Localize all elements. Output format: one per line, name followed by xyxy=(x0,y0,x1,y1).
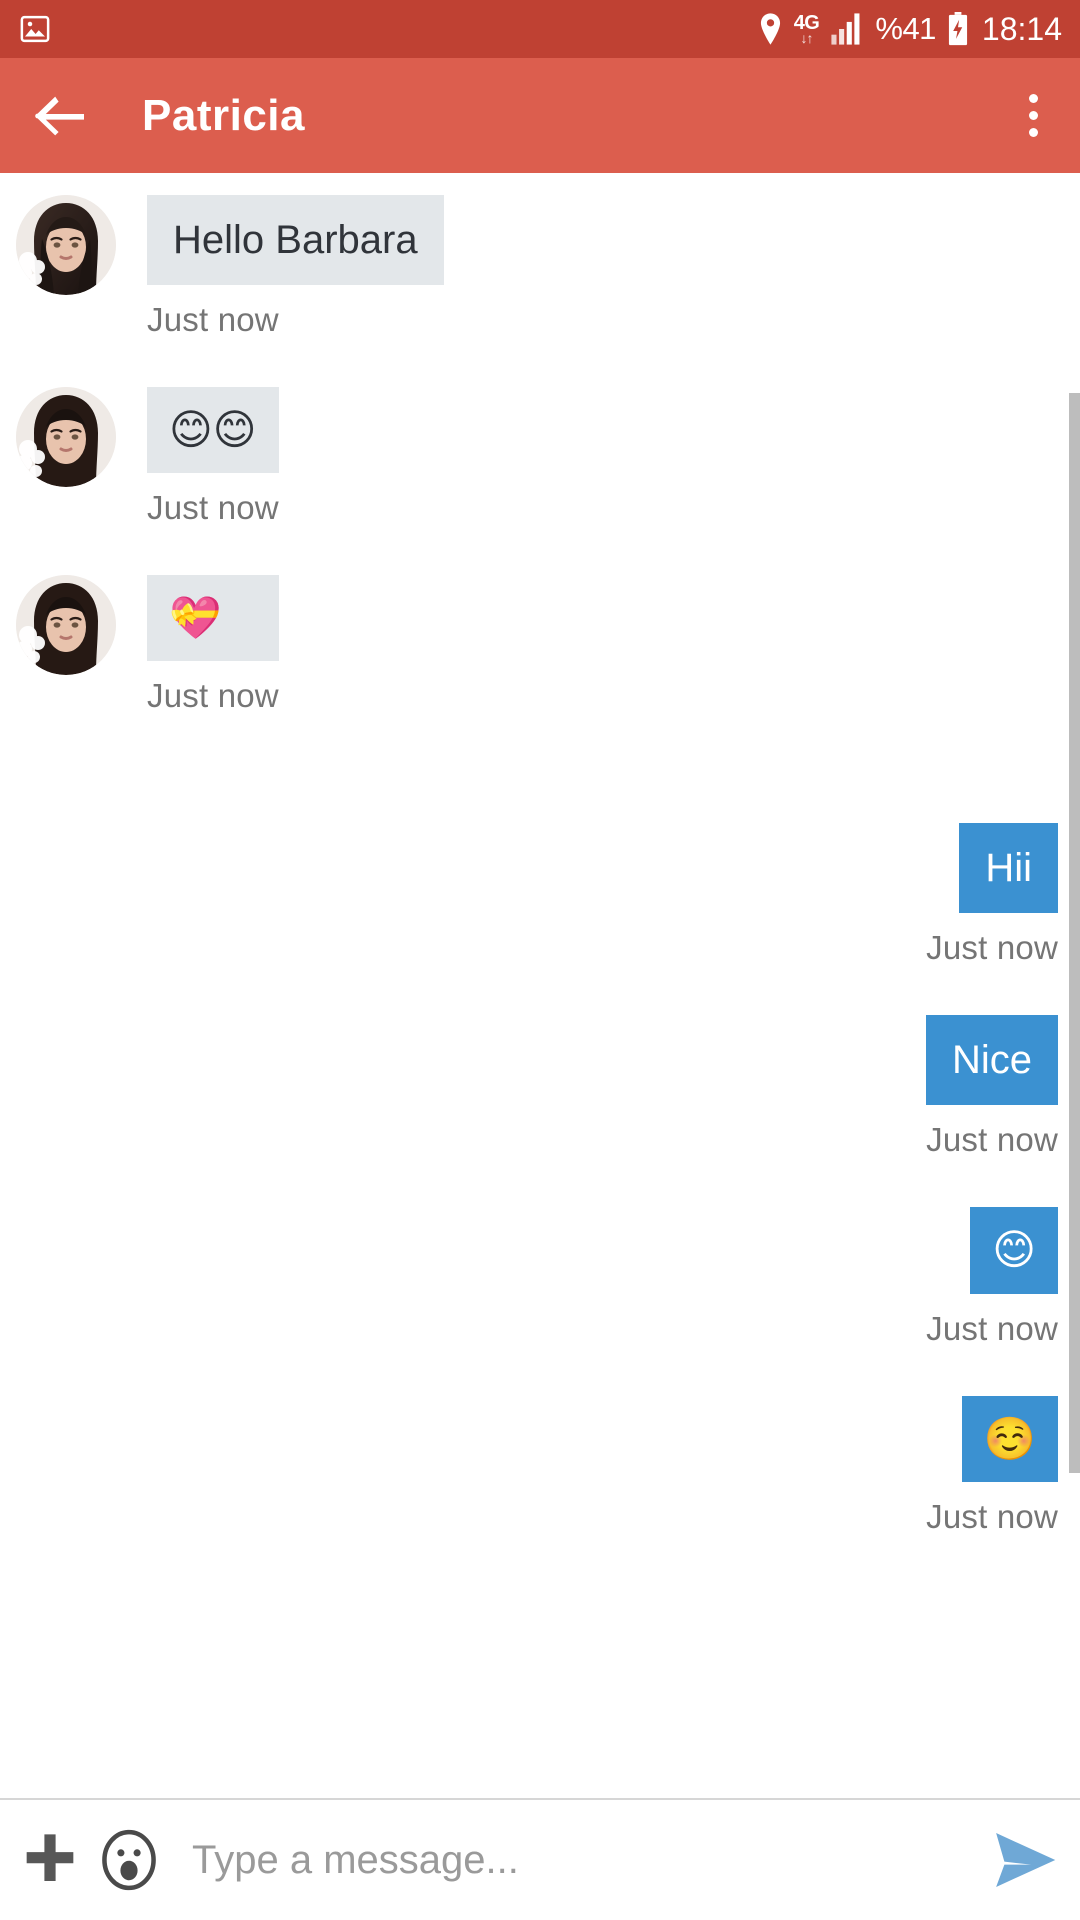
send-arrow-icon[interactable] xyxy=(992,1829,1058,1891)
more-vertical-icon[interactable] xyxy=(1021,86,1046,145)
message-timestamp: Just now xyxy=(926,929,1058,967)
message-content: Nice Just now xyxy=(925,1015,1058,1207)
message-timestamp: Just now xyxy=(926,1121,1058,1159)
message-bubble[interactable]: Hii xyxy=(959,823,1058,914)
message-content: 💝 Just now xyxy=(147,575,279,763)
overflow-dot xyxy=(1029,94,1038,103)
message-bubble[interactable]: Nice xyxy=(925,1015,1058,1106)
page-title: Patricia xyxy=(142,90,305,140)
overflow-dot xyxy=(1029,128,1038,137)
chat-scrollbar[interactable] xyxy=(1069,393,1080,1473)
message-content: Hii Just now xyxy=(926,823,1058,1015)
network-traffic-arrows: ↓↑ xyxy=(800,30,814,46)
message-input-bar xyxy=(0,1800,1080,1920)
battery-percent-label: %41 xyxy=(875,11,936,46)
message-bubble[interactable]: Hello Barbara xyxy=(147,195,444,285)
plus-icon[interactable] xyxy=(22,1832,78,1888)
status-bar-right: 4G ↓↑ %41 18:14 xyxy=(758,11,1062,48)
message-content: ☺️ Just now xyxy=(926,1395,1058,1584)
network-indicator: 4G ↓↑ xyxy=(794,13,820,45)
photo-icon xyxy=(20,15,50,43)
message-row[interactable]: Hello Barbara Just now xyxy=(0,195,1080,387)
status-bar: 4G ↓↑ %41 18:14 xyxy=(0,0,1080,58)
avatar xyxy=(16,195,116,295)
message-row[interactable]: Nice Just now xyxy=(0,1015,1080,1207)
app-bar: Patricia xyxy=(0,58,1080,173)
message-input[interactable] xyxy=(192,1837,972,1883)
location-pin-icon xyxy=(760,13,780,45)
overflow-dot xyxy=(1029,111,1038,120)
message-row[interactable]: 😊😊 Just now xyxy=(0,387,1080,575)
signal-icon xyxy=(831,13,860,45)
message-content: 😊😊 Just now xyxy=(147,387,279,575)
emoji-face-icon[interactable] xyxy=(98,1829,160,1891)
back-arrow-icon[interactable] xyxy=(34,95,86,137)
message-timestamp: Just now xyxy=(926,1309,1058,1347)
message-bubble[interactable]: 💝 xyxy=(147,575,279,662)
chat-screen: 4G ↓↑ %41 18:14 Patricia Hello Barbara J… xyxy=(0,0,1080,1920)
message-content: Hello Barbara Just now xyxy=(147,195,444,387)
message-timestamp: Just now xyxy=(147,301,279,338)
message-bubble[interactable]: 😊 xyxy=(970,1207,1058,1294)
avatar xyxy=(16,575,116,676)
avatar xyxy=(16,387,116,487)
message-row[interactable]: Hii Just now xyxy=(0,823,1080,1015)
message-timestamp: Just now xyxy=(147,489,279,527)
message-bubble[interactable]: ☺️ xyxy=(961,1395,1058,1482)
message-content: 😊 Just now xyxy=(926,1207,1058,1395)
message-timestamp: Just now xyxy=(147,677,279,715)
message-row[interactable]: ☺️ Just now xyxy=(0,1395,1080,1584)
message-row[interactable]: 😊 Just now xyxy=(0,1207,1080,1395)
conversation-gap xyxy=(0,763,1080,823)
message-timestamp: Just now xyxy=(926,1497,1058,1535)
message-bubble[interactable]: 😊😊 xyxy=(147,387,279,474)
battery-charging-icon xyxy=(948,12,967,46)
message-list[interactable]: Hello Barbara Just now 😊😊 Just now 💝 Jus… xyxy=(0,173,1080,1798)
message-row[interactable]: 💝 Just now xyxy=(0,575,1080,763)
status-bar-left xyxy=(18,14,52,44)
status-bar-clock: 18:14 xyxy=(981,10,1062,47)
